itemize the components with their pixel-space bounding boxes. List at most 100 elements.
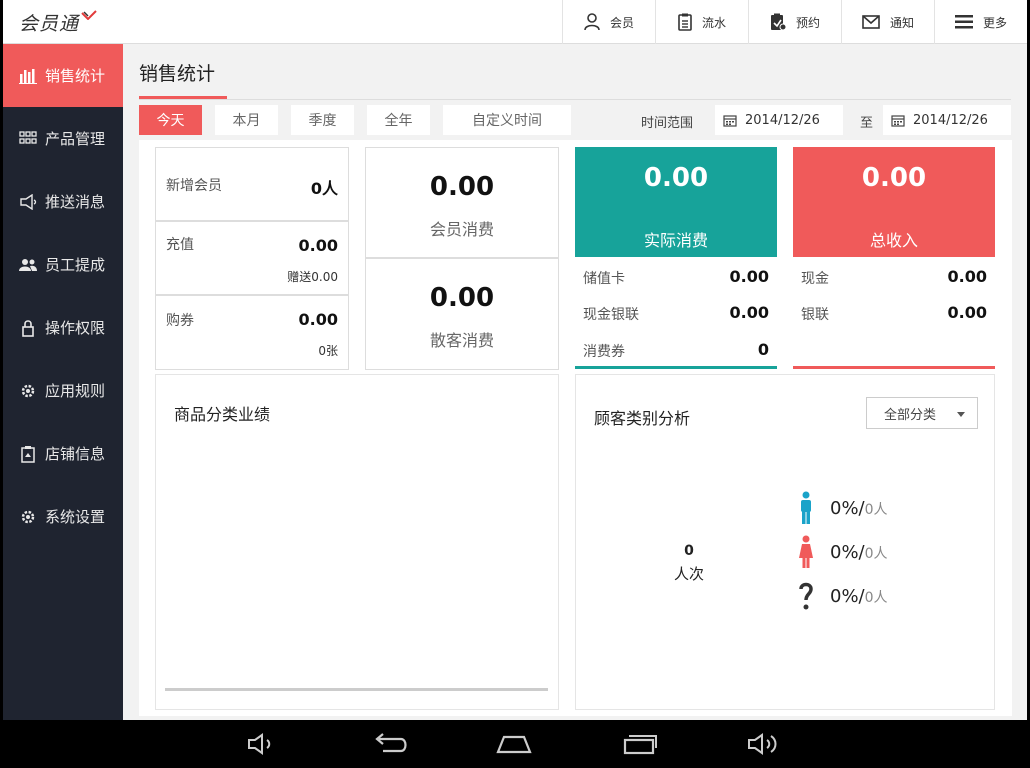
teal-divider — [575, 366, 777, 369]
legend-female: 0%/0人 — [798, 535, 888, 569]
logo-text: 会员通 — [19, 12, 80, 35]
volume-up-icon[interactable] — [746, 732, 782, 756]
recharge-card: 充值 0.00 赠送0.00 — [155, 221, 349, 295]
filter-quarter-button[interactable]: 季度 — [291, 105, 354, 135]
title-divider — [139, 99, 1011, 100]
guest-spend-card: 0.00 散客消费 — [365, 258, 559, 370]
sidebar: 销售统计 产品管理 推送消息 员工提成 操作权限 应用规则 店铺信息 系统设置 — [3, 44, 123, 720]
coupons-value: 0.00 — [298, 310, 338, 329]
clipboard-icon — [678, 13, 692, 31]
category-dropdown[interactable]: 全部分类 — [866, 397, 978, 429]
total-income-card: 0.00 总收入 — [793, 147, 995, 257]
topnav-notice[interactable]: 通知 — [841, 0, 934, 44]
stored-card-value: 0.00 — [729, 267, 769, 286]
total-visits-count: 0 — [684, 543, 694, 559]
filter-year-button[interactable]: 全年 — [367, 105, 430, 135]
top-nav: 会员 流水 预约 通知 更多 — [562, 0, 1027, 44]
male-percent: 0%/ — [830, 497, 865, 519]
recent-apps-icon[interactable] — [621, 732, 659, 756]
top-bar: 会员通 会员 流水 预约 通知 更多 — [3, 0, 1027, 44]
topnav-members[interactable]: 会员 — [562, 0, 655, 44]
category-scrollbar[interactable] — [165, 688, 548, 691]
sidebar-item-label: 系统设置 — [45, 508, 106, 526]
sidebar-item-sales-stats[interactable]: 销售统计 — [3, 44, 123, 107]
member-spend-label: 会员消费 — [429, 220, 494, 239]
sidebar-item-app-rules[interactable]: 应用规则 — [3, 359, 123, 422]
home-icon[interactable] — [495, 732, 533, 756]
filter-month-button[interactable]: 本月 — [215, 105, 278, 135]
menu-icon — [954, 15, 973, 29]
time-range-label: 时间范围 — [641, 116, 694, 131]
sidebar-item-products[interactable]: 产品管理 — [3, 107, 123, 170]
topnav-members-label: 会员 — [609, 15, 634, 30]
user-icon — [584, 13, 600, 31]
actual-spend-card: 0.00 实际消费 — [575, 147, 777, 257]
total-visits-unit: 人次 — [673, 565, 704, 583]
topnav-more-label: 更多 — [982, 15, 1007, 30]
breakdown-row: 现金银联 0.00 — [575, 294, 777, 330]
clipboard-check-icon — [770, 13, 786, 31]
envelope-icon — [862, 15, 880, 29]
category-section-title: 商品分类业绩 — [174, 405, 271, 424]
breakdown-row: 现金 0.00 — [793, 258, 995, 294]
male-count: 0人 — [864, 501, 888, 518]
unknown-count: 0人 — [864, 589, 888, 606]
main-content: 销售统计 今天 本月 季度 全年 自定义时间 时间范围 2014/12/26 至… — [123, 44, 1027, 720]
cash-unionpay-label: 现金银联 — [583, 307, 639, 323]
recharge-bonus: 赠送0.00 — [287, 270, 338, 284]
female-percent: 0%/ — [830, 541, 865, 563]
legend-male: 0%/0人 — [798, 491, 888, 525]
category-dropdown-value: 全部分类 — [884, 407, 937, 423]
sidebar-item-label: 销售统计 — [45, 67, 106, 85]
back-icon[interactable] — [371, 732, 409, 756]
settings-icon — [21, 510, 35, 523]
cash-label: 现金 — [801, 271, 829, 287]
people-icon — [19, 258, 37, 271]
topnav-flow[interactable]: 流水 — [655, 0, 748, 44]
app-logo: 会员通 — [3, 0, 128, 44]
female-icon — [799, 535, 813, 568]
total-income-value: 0.00 — [861, 163, 927, 193]
period-filters: 今天 本月 季度 全年 自定义时间 — [139, 105, 571, 135]
filter-today-button[interactable]: 今天 — [139, 105, 202, 135]
member-spend-value: 0.00 — [429, 172, 495, 202]
sidebar-item-staff-commission[interactable]: 员工提成 — [3, 233, 123, 296]
recharge-value: 0.00 — [298, 236, 338, 255]
calendar-icon — [891, 114, 905, 127]
volume-down-icon[interactable] — [246, 732, 278, 756]
new-members-label: 新增会员 — [166, 178, 222, 194]
stored-card-label: 储值卡 — [583, 271, 625, 287]
system-navigation-bar — [0, 720, 1030, 768]
sidebar-item-label: 店铺信息 — [45, 445, 106, 463]
date-to-value: 2014/12/26 — [913, 112, 988, 128]
customer-section-title: 顾客类别分析 — [594, 409, 691, 428]
unionpay-label: 银联 — [801, 307, 829, 323]
coupons-card: 购券 0.00 0张 — [155, 295, 349, 370]
topnav-booking[interactable]: 预约 — [748, 0, 841, 44]
sidebar-item-label: 员工提成 — [45, 256, 106, 274]
voucher-label: 消费券 — [583, 344, 625, 360]
gear-icon — [21, 384, 35, 397]
sidebar-item-system-settings[interactable]: 系统设置 — [3, 485, 123, 548]
date-from-field[interactable]: 2014/12/26 — [715, 105, 843, 135]
topnav-flow-label: 流水 — [701, 15, 726, 30]
date-to-field[interactable]: 2014/12/26 — [883, 105, 1011, 135]
female-count: 0人 — [864, 545, 888, 562]
sidebar-item-permissions[interactable]: 操作权限 — [3, 296, 123, 359]
cash-unionpay-value: 0.00 — [729, 303, 769, 322]
chevron-down-icon — [957, 412, 965, 417]
cash-value: 0.00 — [947, 267, 987, 286]
topnav-notice-label: 通知 — [889, 15, 914, 30]
guest-spend-value: 0.00 — [429, 283, 495, 313]
filter-custom-button[interactable]: 自定义时间 — [443, 105, 571, 135]
sidebar-item-label: 推送消息 — [45, 193, 106, 211]
to-label: 至 — [860, 116, 874, 131]
store-icon — [21, 445, 35, 463]
voucher-value: 0 — [757, 340, 769, 359]
sidebar-item-store-info[interactable]: 店铺信息 — [3, 422, 123, 485]
topnav-more[interactable]: 更多 — [934, 0, 1027, 44]
coupons-count: 0张 — [318, 344, 338, 358]
question-icon — [799, 582, 813, 610]
sidebar-item-push-messages[interactable]: 推送消息 — [3, 170, 123, 233]
coupons-label: 购券 — [166, 313, 194, 329]
